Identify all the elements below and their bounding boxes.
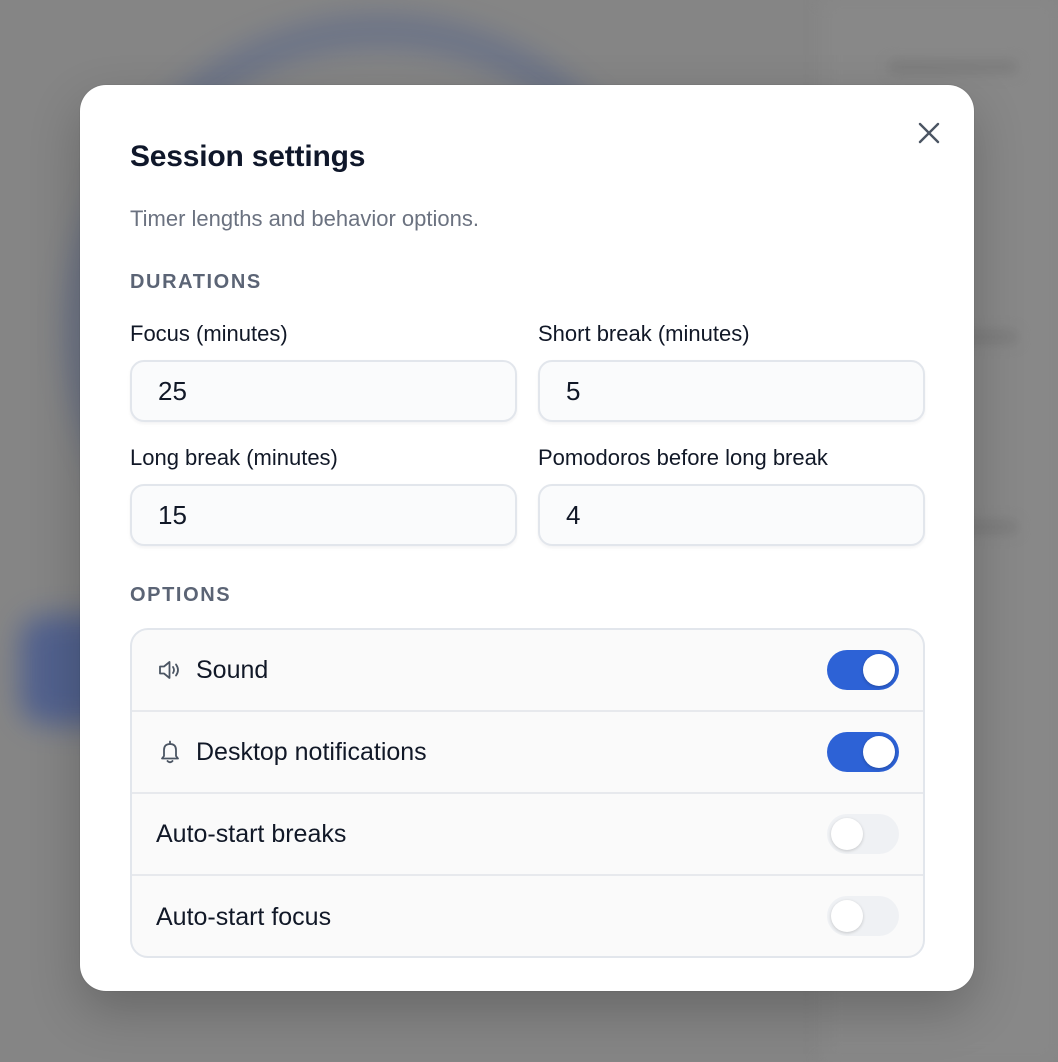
long-break-minutes-input[interactable] <box>130 484 517 546</box>
options-section-label: OPTIONS <box>130 584 232 606</box>
focus-minutes-input[interactable] <box>130 360 517 422</box>
short-break-minutes-input[interactable] <box>538 360 925 422</box>
close-button[interactable] <box>914 118 944 148</box>
bell-icon <box>156 738 184 766</box>
short-break-label: Short break (minutes) <box>538 321 750 346</box>
toggle-knob <box>831 900 863 932</box>
speaker-icon <box>156 656 184 684</box>
option-label: Auto-start breaks <box>156 819 347 848</box>
options-list: Sound Desktop notifications Auto-start b… <box>130 628 925 958</box>
session-settings-dialog: Session settings Timer lengths and behav… <box>80 85 974 991</box>
option-auto-start-breaks[interactable]: Auto-start breaks <box>132 794 923 876</box>
option-auto-start-focus[interactable]: Auto-start focus <box>132 876 923 956</box>
dialog-subtitle: Timer lengths and behavior options. <box>130 206 479 231</box>
option-label: Desktop notifications <box>196 737 427 766</box>
desktop-notifications-toggle[interactable] <box>827 732 899 772</box>
focus-label: Focus (minutes) <box>130 321 288 346</box>
auto-start-breaks-toggle[interactable] <box>827 814 899 854</box>
toggle-knob <box>863 654 895 686</box>
pomodoros-before-long-break-input[interactable] <box>538 484 925 546</box>
durations-section-label: DURATIONS <box>130 271 262 293</box>
sound-toggle[interactable] <box>827 650 899 690</box>
toggle-knob <box>831 818 863 850</box>
pomodoros-label: Pomodoros before long break <box>538 445 828 470</box>
dialog-title: Session settings <box>130 140 366 173</box>
option-desktop-notifications[interactable]: Desktop notifications <box>132 712 923 794</box>
option-label: Sound <box>196 655 269 684</box>
long-break-label: Long break (minutes) <box>130 445 338 470</box>
toggle-knob <box>863 736 895 768</box>
auto-start-focus-toggle[interactable] <box>827 896 899 936</box>
option-sound[interactable]: Sound <box>132 630 923 712</box>
close-icon <box>918 122 940 144</box>
option-label: Auto-start focus <box>156 902 332 931</box>
